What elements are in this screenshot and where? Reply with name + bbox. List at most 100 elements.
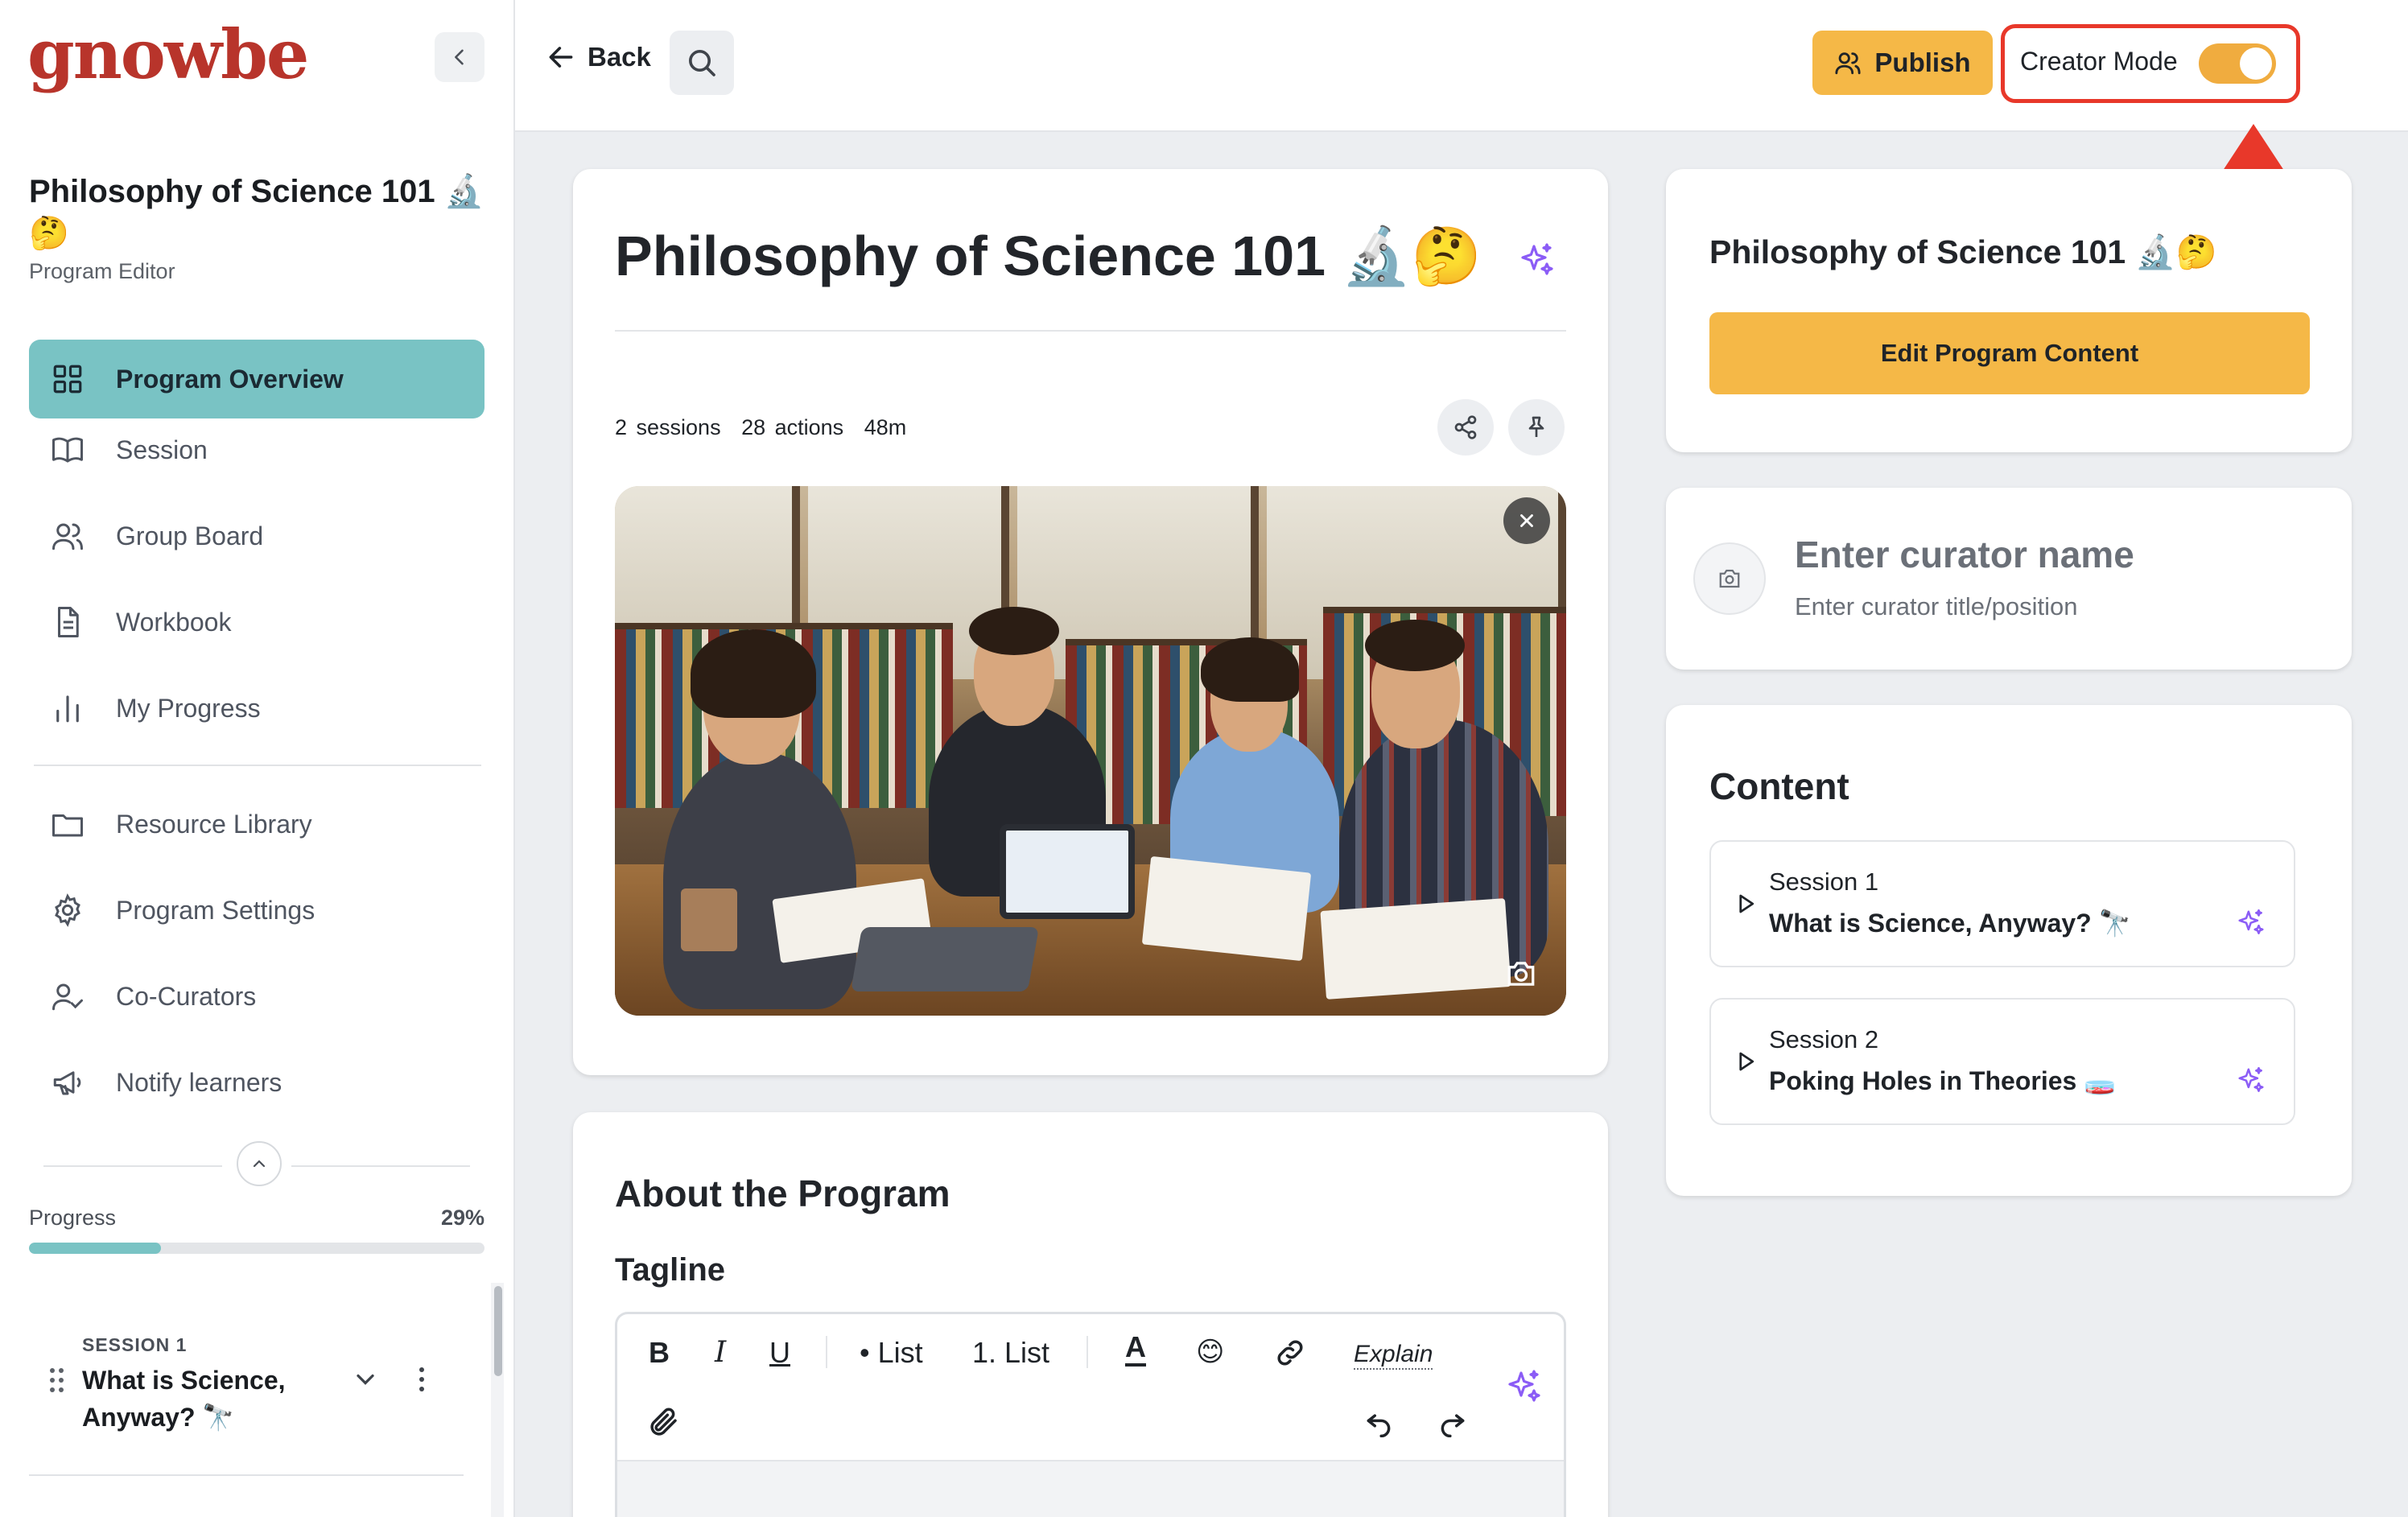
curator-photo-button[interactable] [1693, 542, 1766, 615]
program-meta: 2 sessions 28 actions 48m [615, 415, 917, 440]
nav-label: Group Board [116, 521, 264, 550]
nav-item-program-settings[interactable]: Program Settings [29, 871, 484, 950]
share-button[interactable] [1437, 399, 1494, 456]
user-check-icon [48, 977, 87, 1016]
nav-label: My Progress [116, 693, 261, 723]
creator-mode-label: Creator Mode [2020, 47, 2178, 76]
session-name: Poking Holes in Theories 🧫 [1769, 1066, 2117, 1095]
action-count: 28 actions [741, 415, 844, 439]
session-number: Session 2 [1769, 1025, 1879, 1053]
gnowbe-logo[interactable]: gnowbe [27, 14, 309, 94]
change-image-button[interactable] [1499, 954, 1544, 993]
nav-label: Notify learners [116, 1067, 282, 1097]
users-icon [1835, 52, 1861, 75]
progress-label: Progress [29, 1206, 117, 1230]
program-cover-image [615, 486, 1566, 1016]
back-button[interactable]: Back [546, 42, 651, 72]
sidebar-program-title: Philosophy of Science 101 🔬🤔 [29, 174, 484, 251]
collapse-nav-button[interactable] [237, 1141, 282, 1186]
toolbar-separator [1086, 1336, 1088, 1368]
creator-mode-toggle[interactable] [2199, 43, 2276, 84]
sidebar-scrollbar-thumb[interactable] [494, 1286, 502, 1376]
attachment-icon[interactable] [647, 1405, 681, 1439]
curator-title-field[interactable]: Enter curator title/position [1795, 592, 2078, 621]
undo-icon[interactable] [1363, 1407, 1394, 1437]
camera-icon [1507, 962, 1535, 986]
ai-sparkle-icon[interactable] [1518, 241, 1557, 280]
close-icon [1520, 514, 1533, 527]
session-card[interactable]: Session 2 Poking Holes in Theories 🧫 [1709, 998, 2295, 1125]
ai-sparkle-icon[interactable] [2236, 1066, 2266, 1096]
pin-button[interactable] [1508, 399, 1565, 456]
emoji-button[interactable]: 😊 [1196, 1336, 1224, 1368]
edit-program-content-button[interactable]: Edit Program Content [1709, 312, 2310, 394]
bold-button[interactable]: B [649, 1336, 670, 1370]
nav-item-group-board[interactable]: Group Board [29, 497, 484, 575]
about-program-heading: About the Program [615, 1173, 950, 1214]
text-color-button[interactable]: A [1125, 1331, 1146, 1367]
numbered-list-button[interactable]: 1. List [972, 1336, 1049, 1370]
redo-icon[interactable] [1437, 1407, 1468, 1437]
chevron-left-icon [455, 49, 464, 65]
sidebar: gnowbe Philosophy of Science 101 🔬🤔 Prog… [0, 0, 515, 1517]
play-icon [1739, 1052, 1754, 1071]
camera-icon [1719, 569, 1740, 588]
sidebar-divider [291, 1165, 470, 1167]
explain-button[interactable]: Explain [1354, 1341, 1433, 1370]
play-icon [1739, 894, 1754, 913]
sidebar-divider [43, 1165, 222, 1167]
nav-label: Co-Curators [116, 981, 257, 1011]
nav-label: Session [116, 435, 208, 464]
session-kicker: SESSION 1 [82, 1334, 188, 1355]
session-name: What is Science, Anyway? 🔭 [1769, 909, 2131, 938]
publish-button[interactable]: Publish [1812, 31, 1993, 95]
program-summary-card [1666, 169, 2352, 452]
italic-button[interactable]: I [715, 1336, 726, 1369]
search-button[interactable] [670, 31, 734, 95]
publish-label: Publish [1874, 47, 1971, 77]
grid-icon [48, 360, 87, 398]
remove-image-button[interactable] [1503, 497, 1550, 544]
share-icon [1454, 415, 1477, 439]
drag-handle-icon[interactable] [48, 1367, 66, 1394]
nav-item-program-overview[interactable]: Program Overview [29, 340, 484, 418]
nav-item-resource-library[interactable]: Resource Library [29, 785, 484, 864]
search-icon [689, 50, 715, 76]
content-heading: Content [1709, 765, 1849, 807]
nav-item-workbook[interactable]: Workbook [29, 583, 484, 662]
duration: 48m [864, 415, 907, 439]
program-title[interactable]: Philosophy of Science 101 🔬🤔 [615, 224, 1482, 290]
chevron-down-icon[interactable] [351, 1365, 380, 1394]
curator-name-field[interactable]: Enter curator name [1795, 533, 2134, 576]
nav-item-notify-learners[interactable]: Notify learners [29, 1043, 484, 1122]
underline-button[interactable]: U [769, 1336, 790, 1370]
gear-icon [48, 891, 87, 930]
ai-sparkle-icon[interactable] [1505, 1368, 1544, 1407]
users-icon [48, 517, 87, 555]
nav-item-co-curators[interactable]: Co-Curators [29, 957, 484, 1036]
link-icon[interactable] [1273, 1336, 1307, 1370]
collapse-sidebar-button[interactable] [435, 32, 484, 82]
ai-sparkle-icon[interactable] [2236, 908, 2266, 938]
chevron-up-icon [253, 1160, 266, 1168]
nav-item-session[interactable]: Session [29, 410, 484, 489]
sidebar-session-name[interactable]: What is Science, Anyway? 🔭 [82, 1362, 324, 1436]
sidebar-divider [29, 1474, 464, 1476]
megaphone-icon [48, 1063, 87, 1102]
bullet-list-button[interactable]: • List [860, 1336, 923, 1370]
nav-item-my-progress[interactable]: My Progress [29, 669, 484, 748]
nav-label: Program Overview [116, 364, 344, 394]
session-count: 2 sessions [615, 415, 721, 439]
progress-bar [29, 1243, 484, 1254]
toggle-knob [2240, 47, 2272, 80]
tagline-heading: Tagline [615, 1252, 726, 1288]
more-vertical-icon[interactable] [412, 1363, 431, 1395]
sidebar-program-subtitle: Program Editor [29, 259, 175, 283]
toolbar-separator [826, 1336, 827, 1368]
summary-program-title: Philosophy of Science 101 🔬🤔 [1709, 233, 2217, 270]
document-icon [48, 603, 87, 641]
nav-label: Program Settings [116, 895, 315, 925]
progress-bar-fill [29, 1243, 162, 1254]
tagline-input[interactable] [617, 1460, 1564, 1517]
session-card[interactable]: Session 1 What is Science, Anyway? 🔭 [1709, 840, 2295, 967]
